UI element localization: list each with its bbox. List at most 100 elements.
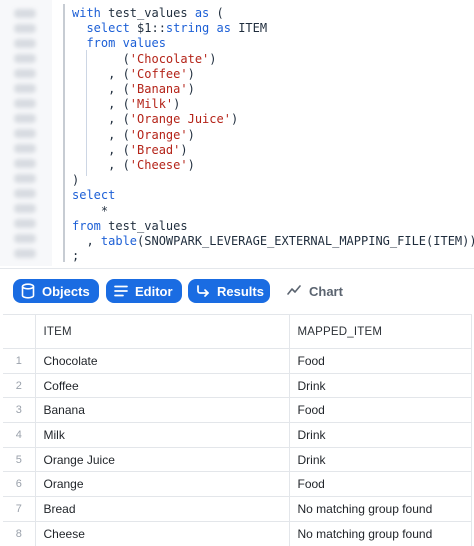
blurred-line-number (14, 9, 36, 18)
code-line: , ('Bread') (72, 143, 188, 158)
column-header-mapped-item[interactable]: MAPPED_ITEM (288, 314, 472, 349)
line-chart-icon (287, 284, 301, 299)
code-token: as (216, 21, 231, 36)
blurred-line-number (14, 24, 36, 33)
chart-tab[interactable]: Chart (287, 279, 347, 303)
mapped-item-cell: Drink (288, 422, 472, 448)
blurred-line-number (14, 249, 36, 258)
code-line: with test_values as ( (72, 6, 224, 21)
item-cell: Banana (34, 397, 290, 424)
objects-button[interactable]: Objects (13, 279, 99, 303)
mapped-item-cell: No matching group found (288, 496, 472, 522)
item-cell: Coffee (34, 372, 290, 399)
code-token: 'Orange' (129, 127, 188, 142)
view-toolbar: Objects Editor Results Chart (0, 268, 474, 312)
table-row[interactable]: 1 Chocolate Food (3, 348, 472, 374)
table-row[interactable]: 7 Bread No matching group found (3, 496, 472, 522)
sql-editor[interactable]: with test_values as ( select $1::string … (0, 0, 474, 266)
code-token: test_values (100, 6, 195, 20)
code-line: ('Chocolate') (72, 52, 217, 67)
code-token: as (194, 6, 210, 20)
code-token: , ( (72, 66, 130, 81)
blurred-line-number (14, 114, 36, 123)
code-token: from (72, 36, 116, 51)
mapped-item-cell: Drink (288, 446, 472, 473)
row-number: 1 (3, 348, 36, 374)
row-number: 3 (3, 397, 36, 424)
table-row[interactable]: 2 Coffee Drink (3, 372, 472, 399)
blurred-line-number (14, 69, 36, 78)
item-cell: Orange (34, 471, 290, 498)
blurred-line-number (14, 204, 36, 213)
code-token: ) (180, 142, 188, 157)
code-line: , ('Milk') (72, 97, 180, 112)
code-line: select $1::string as ITEM (72, 21, 267, 36)
code-line: , ('Coffee') (72, 67, 195, 82)
code-token: ; (72, 249, 80, 264)
code-token: , ( (72, 158, 130, 172)
code-line: , ('Orange Juice') (72, 112, 238, 127)
table-row[interactable]: 8 Cheese No matching group found (3, 520, 472, 546)
table-row[interactable]: 5 Orange Juice Drink (3, 446, 472, 473)
code-line: , ('Banana') (72, 82, 195, 97)
query-scope-bar (63, 4, 65, 262)
mapped-item-cell: Drink (288, 372, 472, 399)
blurred-line-number (14, 99, 36, 108)
results-button[interactable]: Results (188, 279, 270, 303)
blurred-line-number (14, 39, 36, 48)
blurred-line-number (14, 234, 36, 243)
code-token: 'Orange Juice' (129, 112, 231, 127)
code-token: ) (187, 66, 195, 81)
code-line: ; (72, 249, 79, 264)
code-token: from (72, 218, 101, 233)
code-token: 'Chocolate' (129, 51, 210, 66)
blurred-line-number (14, 174, 36, 183)
code-token: string (165, 21, 210, 36)
return-arrow-icon (196, 284, 210, 298)
mapped-item-cell: No matching group found (288, 520, 472, 546)
blurred-line-number (14, 189, 36, 198)
code-line: from test_values (72, 219, 188, 234)
header-row: ITEM MAPPED_ITEM (3, 314, 472, 349)
table-row[interactable]: 4 Milk Drink (3, 422, 472, 448)
blurred-line-number (14, 219, 36, 228)
item-cell: Chocolate (34, 348, 290, 374)
item-cell: Milk (34, 422, 290, 448)
code-token: * (72, 203, 109, 218)
mapped-item-cell: Food (288, 397, 472, 424)
code-line: , ('Orange') (72, 128, 195, 143)
row-number: 7 (3, 496, 36, 522)
code-token: ) (187, 158, 195, 172)
row-number: 8 (3, 520, 36, 546)
results-label: Results (217, 283, 264, 299)
code-token: 'Banana' (129, 82, 188, 96)
code-token: 'Cheese' (129, 158, 188, 172)
item-cell: Orange Juice (34, 446, 290, 473)
code-token: , ( (72, 112, 130, 127)
code-line: from values (72, 36, 166, 51)
table-row[interactable]: 6 Orange Food (3, 471, 472, 498)
row-number-header (3, 314, 36, 349)
editor-button[interactable]: Editor (106, 279, 182, 303)
row-number: 6 (3, 471, 36, 498)
column-header-item[interactable]: ITEM (34, 314, 290, 349)
item-cell: Bread (34, 496, 290, 522)
objects-label: Objects (42, 283, 90, 299)
code-token: ) (187, 82, 195, 96)
mapped-item-cell: Food (288, 348, 472, 374)
database-icon (21, 283, 35, 299)
code-token: ) (72, 173, 80, 188)
results-table: ITEM MAPPED_ITEM 1 Chocolate Food 2 Coffee Dr… (3, 314, 472, 546)
code-token: ) (187, 127, 195, 142)
blurred-line-number (14, 84, 36, 93)
blurred-line-number (14, 144, 36, 153)
editor-label: Editor (135, 283, 173, 299)
code-token: , ( (72, 142, 130, 157)
code-line: ) (72, 173, 79, 188)
line-number-gutter (0, 0, 52, 266)
table-row[interactable]: 3 Banana Food (3, 397, 472, 424)
code-token: , (72, 234, 101, 248)
code-line: select (72, 188, 115, 203)
